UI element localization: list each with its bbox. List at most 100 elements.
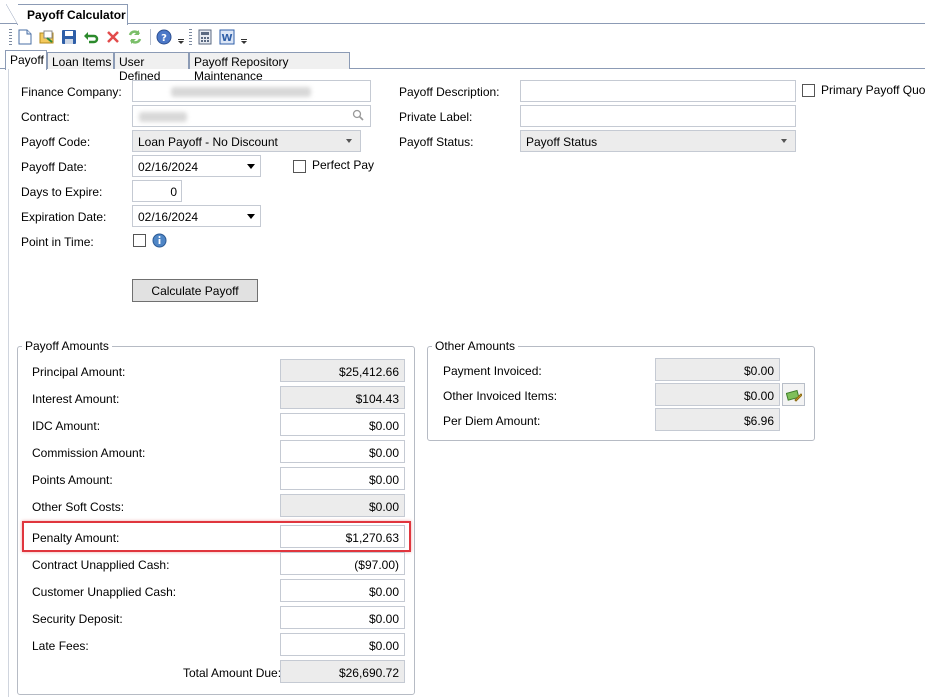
- save-icon[interactable]: [60, 28, 78, 46]
- customer-unapplied-cash-label: Customer Unapplied Cash:: [32, 585, 177, 599]
- other-invoiced-items-label: Other Invoiced Items:: [443, 389, 558, 403]
- point-in-time-checkbox[interactable]: [133, 234, 146, 247]
- late-fees-label: Late Fees:: [32, 639, 89, 653]
- info-icon[interactable]: [152, 233, 167, 251]
- payoff-status-value: Payoff Status: [526, 135, 598, 149]
- total-amount-due-field: $26,690.72: [280, 660, 405, 683]
- private-label-label: Private Label:: [399, 110, 473, 124]
- total-amount-due-value: $26,690.72: [338, 666, 399, 680]
- penalty-amount-input[interactable]: $1,270.63: [280, 525, 405, 548]
- toolbar-grip[interactable]: [9, 29, 12, 45]
- security-deposit-value: $0.00: [368, 612, 399, 626]
- days-to-expire-input[interactable]: 0: [132, 180, 182, 202]
- contract-unapplied-cash-label: Contract Unapplied Cash:: [32, 558, 170, 572]
- payoff-code-label: Payoff Code:: [21, 135, 91, 149]
- late-fees-value: $0.00: [368, 639, 399, 653]
- doc-tab-payoff-calculator[interactable]: Payoff Calculator: [6, 4, 128, 25]
- payment-invoiced-value: $0.00: [743, 364, 774, 378]
- payoff-description-input[interactable]: [520, 80, 796, 102]
- security-deposit-label: Security Deposit:: [32, 612, 123, 626]
- contract-label: Contract:: [21, 110, 70, 124]
- payoff-status-label: Payoff Status:: [399, 135, 474, 149]
- payoff-date-picker[interactable]: 02/16/2024: [132, 155, 261, 177]
- dropdown-arrow-icon[interactable]: [247, 214, 255, 219]
- tab-loan-items[interactable]: Loan Items: [47, 52, 114, 69]
- per-diem-amount-label: Per Diem Amount:: [443, 414, 541, 428]
- other-soft-costs-value: $0.00: [368, 500, 399, 514]
- principal-amount-label: Principal Amount:: [32, 365, 126, 379]
- payoff-code-select[interactable]: Loan Payoff - No Discount: [132, 130, 361, 152]
- other-invoiced-items-value: $0.00: [743, 389, 774, 403]
- search-icon[interactable]: [352, 109, 364, 124]
- points-amount-input[interactable]: $0.00: [280, 467, 405, 490]
- delete-icon[interactable]: [104, 28, 122, 46]
- finance-company-field[interactable]: [132, 80, 371, 102]
- chevron-down-icon: [781, 139, 787, 143]
- open-folder-icon[interactable]: [38, 28, 56, 46]
- expiration-date-label: Expiration Date:: [21, 210, 107, 224]
- interest-amount-label: Interest Amount:: [32, 392, 120, 406]
- idc-amount-value: $0.00: [368, 419, 399, 433]
- contract-unapplied-cash-value: ($97.00): [354, 558, 399, 572]
- contract-field[interactable]: [132, 105, 371, 127]
- idc-amount-input[interactable]: $0.00: [280, 413, 405, 436]
- expiration-date-picker[interactable]: 02/16/2024: [132, 205, 261, 227]
- document-tab-bar: Payoff Calculator: [0, 0, 925, 25]
- security-deposit-input[interactable]: $0.00: [280, 606, 405, 629]
- tab-payoff-repository-maintenance[interactable]: Payoff Repository Maintenance: [189, 52, 350, 83]
- late-fees-input[interactable]: $0.00: [280, 633, 405, 656]
- svg-text:?: ?: [161, 33, 167, 44]
- invoice-details-button[interactable]: [782, 383, 805, 406]
- days-to-expire-value: 0: [170, 185, 177, 199]
- toolbar-overflow-chevron-icon[interactable]: [240, 28, 248, 46]
- commission-amount-label: Commission Amount:: [32, 446, 146, 460]
- perfect-pay-checkbox[interactable]: [293, 160, 306, 173]
- perfect-pay-label: Perfect Pay: [312, 158, 375, 172]
- points-amount-label: Points Amount:: [32, 473, 113, 487]
- private-label-input[interactable]: [520, 105, 796, 127]
- primary-payoff-quote-label: Primary Payoff Quote: [821, 83, 925, 97]
- interest-amount-value: $104.43: [355, 392, 399, 406]
- payoff-description-label: Payoff Description:: [399, 85, 500, 99]
- money-pencil-icon: [785, 389, 802, 402]
- points-amount-value: $0.00: [368, 473, 399, 487]
- undo-icon[interactable]: [82, 28, 100, 46]
- tab-payoff[interactable]: Payoff: [5, 50, 47, 70]
- form-tab-strip: Payoff Loan Items User Defined Payoff Re…: [0, 50, 925, 83]
- payoff-code-value: Loan Payoff - No Discount: [138, 135, 278, 149]
- calculator-icon[interactable]: [196, 28, 214, 46]
- payment-invoiced-field: $0.00: [655, 358, 780, 381]
- redacted-value: [139, 112, 187, 122]
- payoff-amounts-title: Payoff Amounts: [22, 339, 112, 353]
- calculate-payoff-button[interactable]: Calculate Payoff: [132, 279, 258, 302]
- other-soft-costs-field: $0.00: [280, 494, 405, 517]
- payoff-status-select[interactable]: Payoff Status: [520, 130, 796, 152]
- commission-amount-input[interactable]: $0.00: [280, 440, 405, 463]
- interest-amount-field: $104.43: [280, 386, 405, 409]
- payoff-date-value: 02/16/2024: [138, 160, 199, 174]
- finance-company-label: Finance Company:: [21, 85, 122, 99]
- toolbar-grip[interactable]: [189, 29, 192, 45]
- toolbar: ? W: [9, 26, 252, 48]
- expiration-date-value: 02/16/2024: [138, 210, 199, 224]
- toolbar-overflow-chevron-icon[interactable]: [177, 28, 185, 46]
- refresh-icon[interactable]: [126, 28, 144, 46]
- customer-unapplied-cash-value: $0.00: [368, 585, 399, 599]
- tab-user-defined[interactable]: User Defined: [114, 52, 189, 83]
- principal-amount-field: $25,412.66: [280, 359, 405, 382]
- penalty-amount-value: $1,270.63: [345, 531, 399, 545]
- days-to-expire-label: Days to Expire:: [21, 185, 103, 199]
- idc-amount-label: IDC Amount:: [32, 419, 101, 433]
- new-document-icon[interactable]: [16, 28, 34, 46]
- redacted-value: [171, 87, 311, 97]
- payment-invoiced-label: Payment Invoiced:: [443, 364, 542, 378]
- help-icon[interactable]: ?: [155, 28, 173, 46]
- word-icon[interactable]: W: [218, 28, 236, 46]
- primary-payoff-quote-checkbox[interactable]: [802, 84, 815, 97]
- per-diem-amount-field: $6.96: [655, 408, 780, 431]
- customer-unapplied-cash-input[interactable]: $0.00: [280, 579, 405, 602]
- dropdown-arrow-icon[interactable]: [247, 164, 255, 169]
- penalty-amount-label: Penalty Amount:: [32, 531, 120, 545]
- other-invoiced-items-field: $0.00: [655, 383, 780, 406]
- contract-unapplied-cash-input[interactable]: ($97.00): [280, 552, 405, 575]
